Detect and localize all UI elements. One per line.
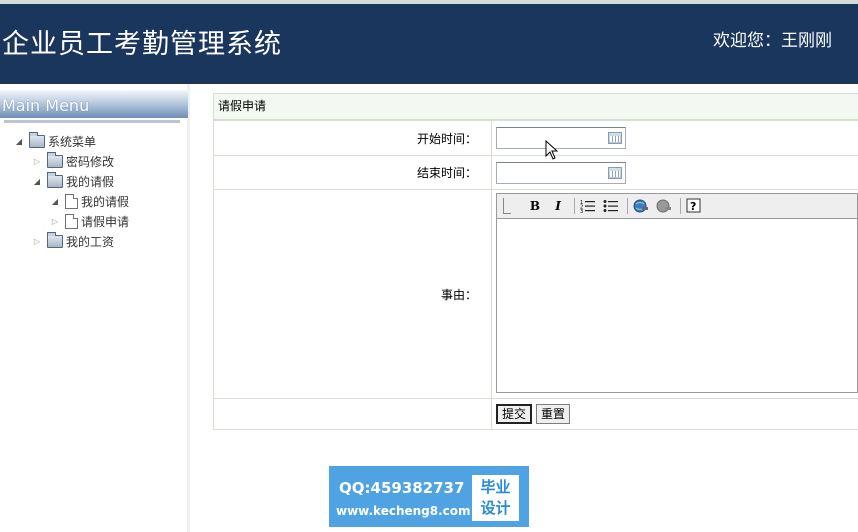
folder-icon (47, 231, 63, 248)
start-time-input[interactable] (496, 127, 626, 149)
expanded-arrow-icon[interactable]: ◢ (50, 197, 60, 206)
start-time-row: 开始时间： (213, 120, 858, 156)
unlink-icon[interactable] (654, 197, 674, 215)
reason-rich-text-editor: B I 123 ? (496, 193, 858, 393)
tree-item-my-salary[interactable]: ▷ 我的工资 (32, 231, 115, 250)
editor-toolbar: B I 123 ? (497, 194, 857, 219)
tree-item-label: 我的请假 (81, 194, 130, 209)
actions-label-cell (213, 398, 492, 430)
app-title: 企业员工考勤管理系统 (2, 29, 282, 60)
tree-item-change-password[interactable]: ▷ 密码修改 (32, 151, 115, 170)
end-time-input[interactable] (496, 161, 626, 184)
svg-text:?: ? (690, 200, 696, 213)
welcome-message: 欢迎您：王刚刚 (713, 26, 832, 51)
tree-item-label: 请假申请 (81, 214, 130, 229)
calendar-icon[interactable] (608, 132, 622, 144)
toolbar-separator (627, 198, 628, 214)
reset-button[interactable]: 重置 (536, 404, 571, 424)
collapsed-arrow-icon[interactable]: ▷ (32, 157, 42, 166)
tree-item-my-leave-folder[interactable]: ◢ 我的请假 (32, 171, 115, 190)
watermark-tag: 毕业 设计 (472, 475, 519, 521)
sidebar: Main Menu ◢ 系统菜单 ▷ 密码修改 ◢ 我的请假 ◢ 我的请假 ▷ … (0, 84, 190, 532)
tree-item-system-menu[interactable]: ◢ 系统菜单 (14, 131, 97, 150)
menu-divider (4, 120, 180, 123)
toolbar-separator (680, 198, 681, 214)
leave-request-form: 开始时间： 结束时间： 事由： B I 1 2 3 ? 提交 重置 (213, 120, 858, 430)
watermark-tag-line2: 设计 (480, 499, 511, 517)
reason-text-area[interactable] (497, 219, 857, 391)
unordered-list-icon[interactable] (601, 197, 621, 215)
welcome-prefix: 欢迎您： (713, 31, 781, 51)
main-menu-title: Main Menu (2, 96, 90, 115)
tree-item-leave-request[interactable]: ▷ 请假申请 (50, 212, 129, 230)
reason-cell: B I 123 ? (491, 189, 858, 399)
watermark-url: www.kecheng8.com (336, 504, 471, 518)
panel-title: 请假申请 (213, 93, 858, 120)
tree-item-label: 密码修改 (66, 154, 115, 169)
end-time-label: 结束时间： (213, 155, 492, 190)
watermark-qq: QQ:459382737 (339, 479, 465, 497)
tree-item-label: 我的请假 (66, 174, 115, 189)
mouse-cursor-icon (545, 140, 559, 160)
end-time-row: 结束时间： (213, 155, 858, 190)
toolbar-grip (503, 198, 511, 214)
link-icon[interactable] (631, 197, 651, 215)
start-time-label: 开始时间： (213, 120, 492, 156)
document-icon (65, 193, 78, 209)
folder-icon (47, 171, 63, 188)
actions-row: 提交 重置 (213, 398, 858, 430)
reason-row: 事由： B I 123 ? (213, 189, 858, 399)
folder-icon (47, 151, 63, 168)
toolbar-separator (574, 198, 575, 214)
document-icon (65, 213, 78, 229)
watermark-badge: QQ:459382737 www.kecheng8.com 毕业 设计 (329, 466, 529, 527)
tree-item-label: 我的工资 (66, 234, 115, 249)
italic-icon[interactable]: I (548, 197, 568, 215)
leave-request-panel: 请假申请 开始时间： 结束时间： 事由： B I 1 2 3 ? 提交 重置 (213, 93, 858, 430)
submit-button[interactable]: 提交 (496, 404, 533, 424)
bold-icon[interactable]: B (525, 197, 545, 215)
tree-item-my-leave[interactable]: ◢ 我的请假 (50, 192, 129, 210)
watermark-tag-line1: 毕业 (480, 478, 511, 496)
main-menu-header: Main Menu (0, 90, 188, 118)
expanded-arrow-icon[interactable]: ◢ (14, 137, 24, 146)
reason-label: 事由： (213, 189, 492, 399)
ordered-list-icon[interactable]: 123 (578, 197, 598, 215)
tree-item-label: 系统菜单 (48, 134, 97, 149)
svg-text:3: 3 (580, 209, 583, 213)
folder-icon (29, 131, 45, 148)
collapsed-arrow-icon[interactable]: ▷ (32, 237, 42, 246)
expanded-arrow-icon[interactable]: ◢ (32, 177, 42, 186)
calendar-icon[interactable] (608, 166, 622, 179)
actions-cell: 提交 重置 (491, 398, 858, 430)
collapsed-arrow-icon[interactable]: ▷ (50, 217, 60, 226)
help-icon[interactable]: ? (684, 197, 704, 215)
user-name: 王刚刚 (781, 31, 832, 51)
app-header: 企业员工考勤管理系统 欢迎您：王刚刚 (0, 4, 858, 84)
